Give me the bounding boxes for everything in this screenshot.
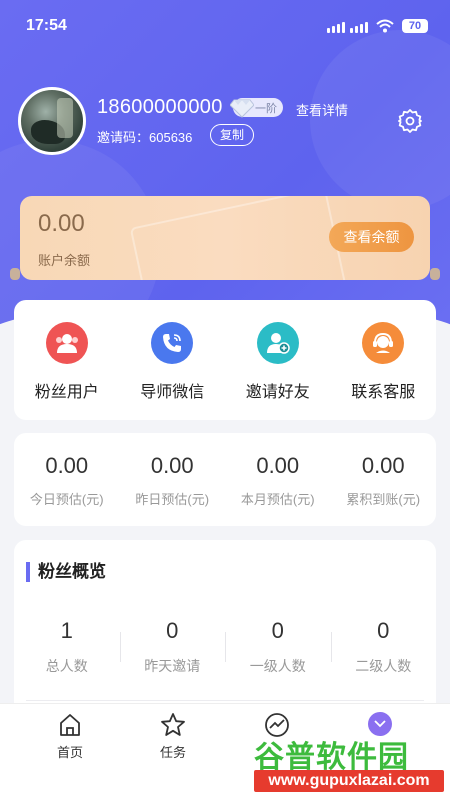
avatar[interactable] — [18, 87, 86, 155]
fans-users-icon — [45, 322, 88, 364]
invite-code: 邀请码：605636 — [97, 130, 193, 145]
section-title: 粉丝概览 — [26, 562, 106, 582]
status-bar: 17:54 70 — [0, 0, 450, 52]
stat-yesterday[interactable]: 0.00 昨日预估(元) — [120, 433, 226, 526]
tab-tasks[interactable]: 任务 — [143, 712, 203, 761]
fan-label: 一级人数 — [249, 658, 306, 674]
stat-value: 0.00 — [150, 453, 194, 478]
add-friend-icon — [256, 322, 299, 364]
menu-label: 导师微信 — [140, 384, 205, 401]
tab-label: 首页 — [56, 745, 83, 760]
diamond-icon — [230, 99, 254, 118]
stat-this-month[interactable]: 0.00 本月预估(元) — [225, 433, 331, 526]
fan-label: 总人数 — [45, 658, 88, 674]
card-edge-right — [430, 268, 440, 280]
stat-label: 昨日预估(元) — [135, 492, 210, 507]
menu-label: 粉丝用户 — [34, 384, 99, 401]
fan-label: 二级人数 — [355, 658, 412, 674]
battery-icon: 70 — [402, 19, 428, 33]
stat-value: 0.00 — [256, 453, 300, 478]
view-balance-button[interactable]: 查看余额 — [329, 222, 414, 252]
stat-today[interactable]: 0.00 今日预估(元) — [14, 433, 120, 526]
fan-value: 0 — [377, 618, 390, 643]
status-icons: 70 — [327, 19, 428, 33]
wifi-icon — [376, 19, 394, 33]
gear-icon[interactable] — [397, 108, 423, 134]
level-label: 一阶 — [255, 102, 277, 115]
card-edge-left — [10, 268, 20, 280]
menu-label: 邀请好友 — [245, 384, 310, 401]
fans-stats: 1 总人数 0 昨天邀请 0 一级人数 0 二级人数 — [14, 618, 436, 676]
earnings-panel: 0.00 今日预估(元) 0.00 昨日预估(元) 0.00 本月预估(元) 0… — [14, 433, 436, 526]
phone-call-icon — [151, 322, 194, 364]
copy-button[interactable]: 复制 — [210, 124, 255, 146]
watermark-url: www.gupuxlazai.com — [254, 770, 444, 792]
balance-amount: 0.00 — [38, 210, 85, 237]
view-detail-link[interactable]: 查看详情 — [296, 100, 348, 119]
menu-label: 联系客服 — [351, 384, 416, 401]
user-phone: 18600000000 — [97, 96, 223, 118]
star-icon — [161, 713, 185, 736]
tab-label: 任务 — [159, 745, 186, 760]
stat-total-received[interactable]: 0.00 累积到账(元) — [331, 433, 437, 526]
fan-value: 1 — [60, 618, 73, 643]
fan-stat-yesterday-invites[interactable]: 0 昨天邀请 — [119, 618, 226, 676]
fan-stat-level-two[interactable]: 0 二级人数 — [330, 618, 437, 676]
divider — [26, 700, 424, 701]
stat-label: 累积到账(元) — [346, 492, 421, 507]
status-time: 17:54 — [26, 17, 67, 34]
fan-label: 昨天邀请 — [144, 658, 201, 674]
fan-value: 0 — [271, 618, 284, 643]
balance-label: 账户余额 — [38, 253, 91, 268]
customer-service-icon — [362, 322, 405, 364]
menu-item-customer-service[interactable]: 联系客服 — [331, 300, 437, 420]
card-decoration — [129, 196, 351, 280]
signal-icon — [327, 19, 368, 33]
menu-item-invite-friends[interactable]: 邀请好友 — [225, 300, 331, 420]
menu-item-mentor-wechat[interactable]: 导师微信 — [120, 300, 226, 420]
fan-stat-total[interactable]: 1 总人数 — [14, 618, 120, 676]
home-icon — [60, 714, 80, 736]
menu-panel: 粉丝用户 导师微信 邀请好友 联系客服 — [14, 300, 436, 420]
stat-value: 0.00 — [361, 453, 405, 478]
tab-home[interactable]: 首页 — [40, 712, 100, 761]
stat-value: 0.00 — [45, 453, 89, 478]
balance-card: 0.00 账户余额 查看余额 — [20, 196, 430, 280]
fan-value: 0 — [166, 618, 179, 643]
stat-label: 今日预估(元) — [29, 492, 104, 507]
menu-item-fans[interactable]: 粉丝用户 — [14, 300, 120, 420]
stat-label: 本月预估(元) — [240, 492, 315, 507]
fan-stat-level-one[interactable]: 0 一级人数 — [225, 618, 331, 676]
